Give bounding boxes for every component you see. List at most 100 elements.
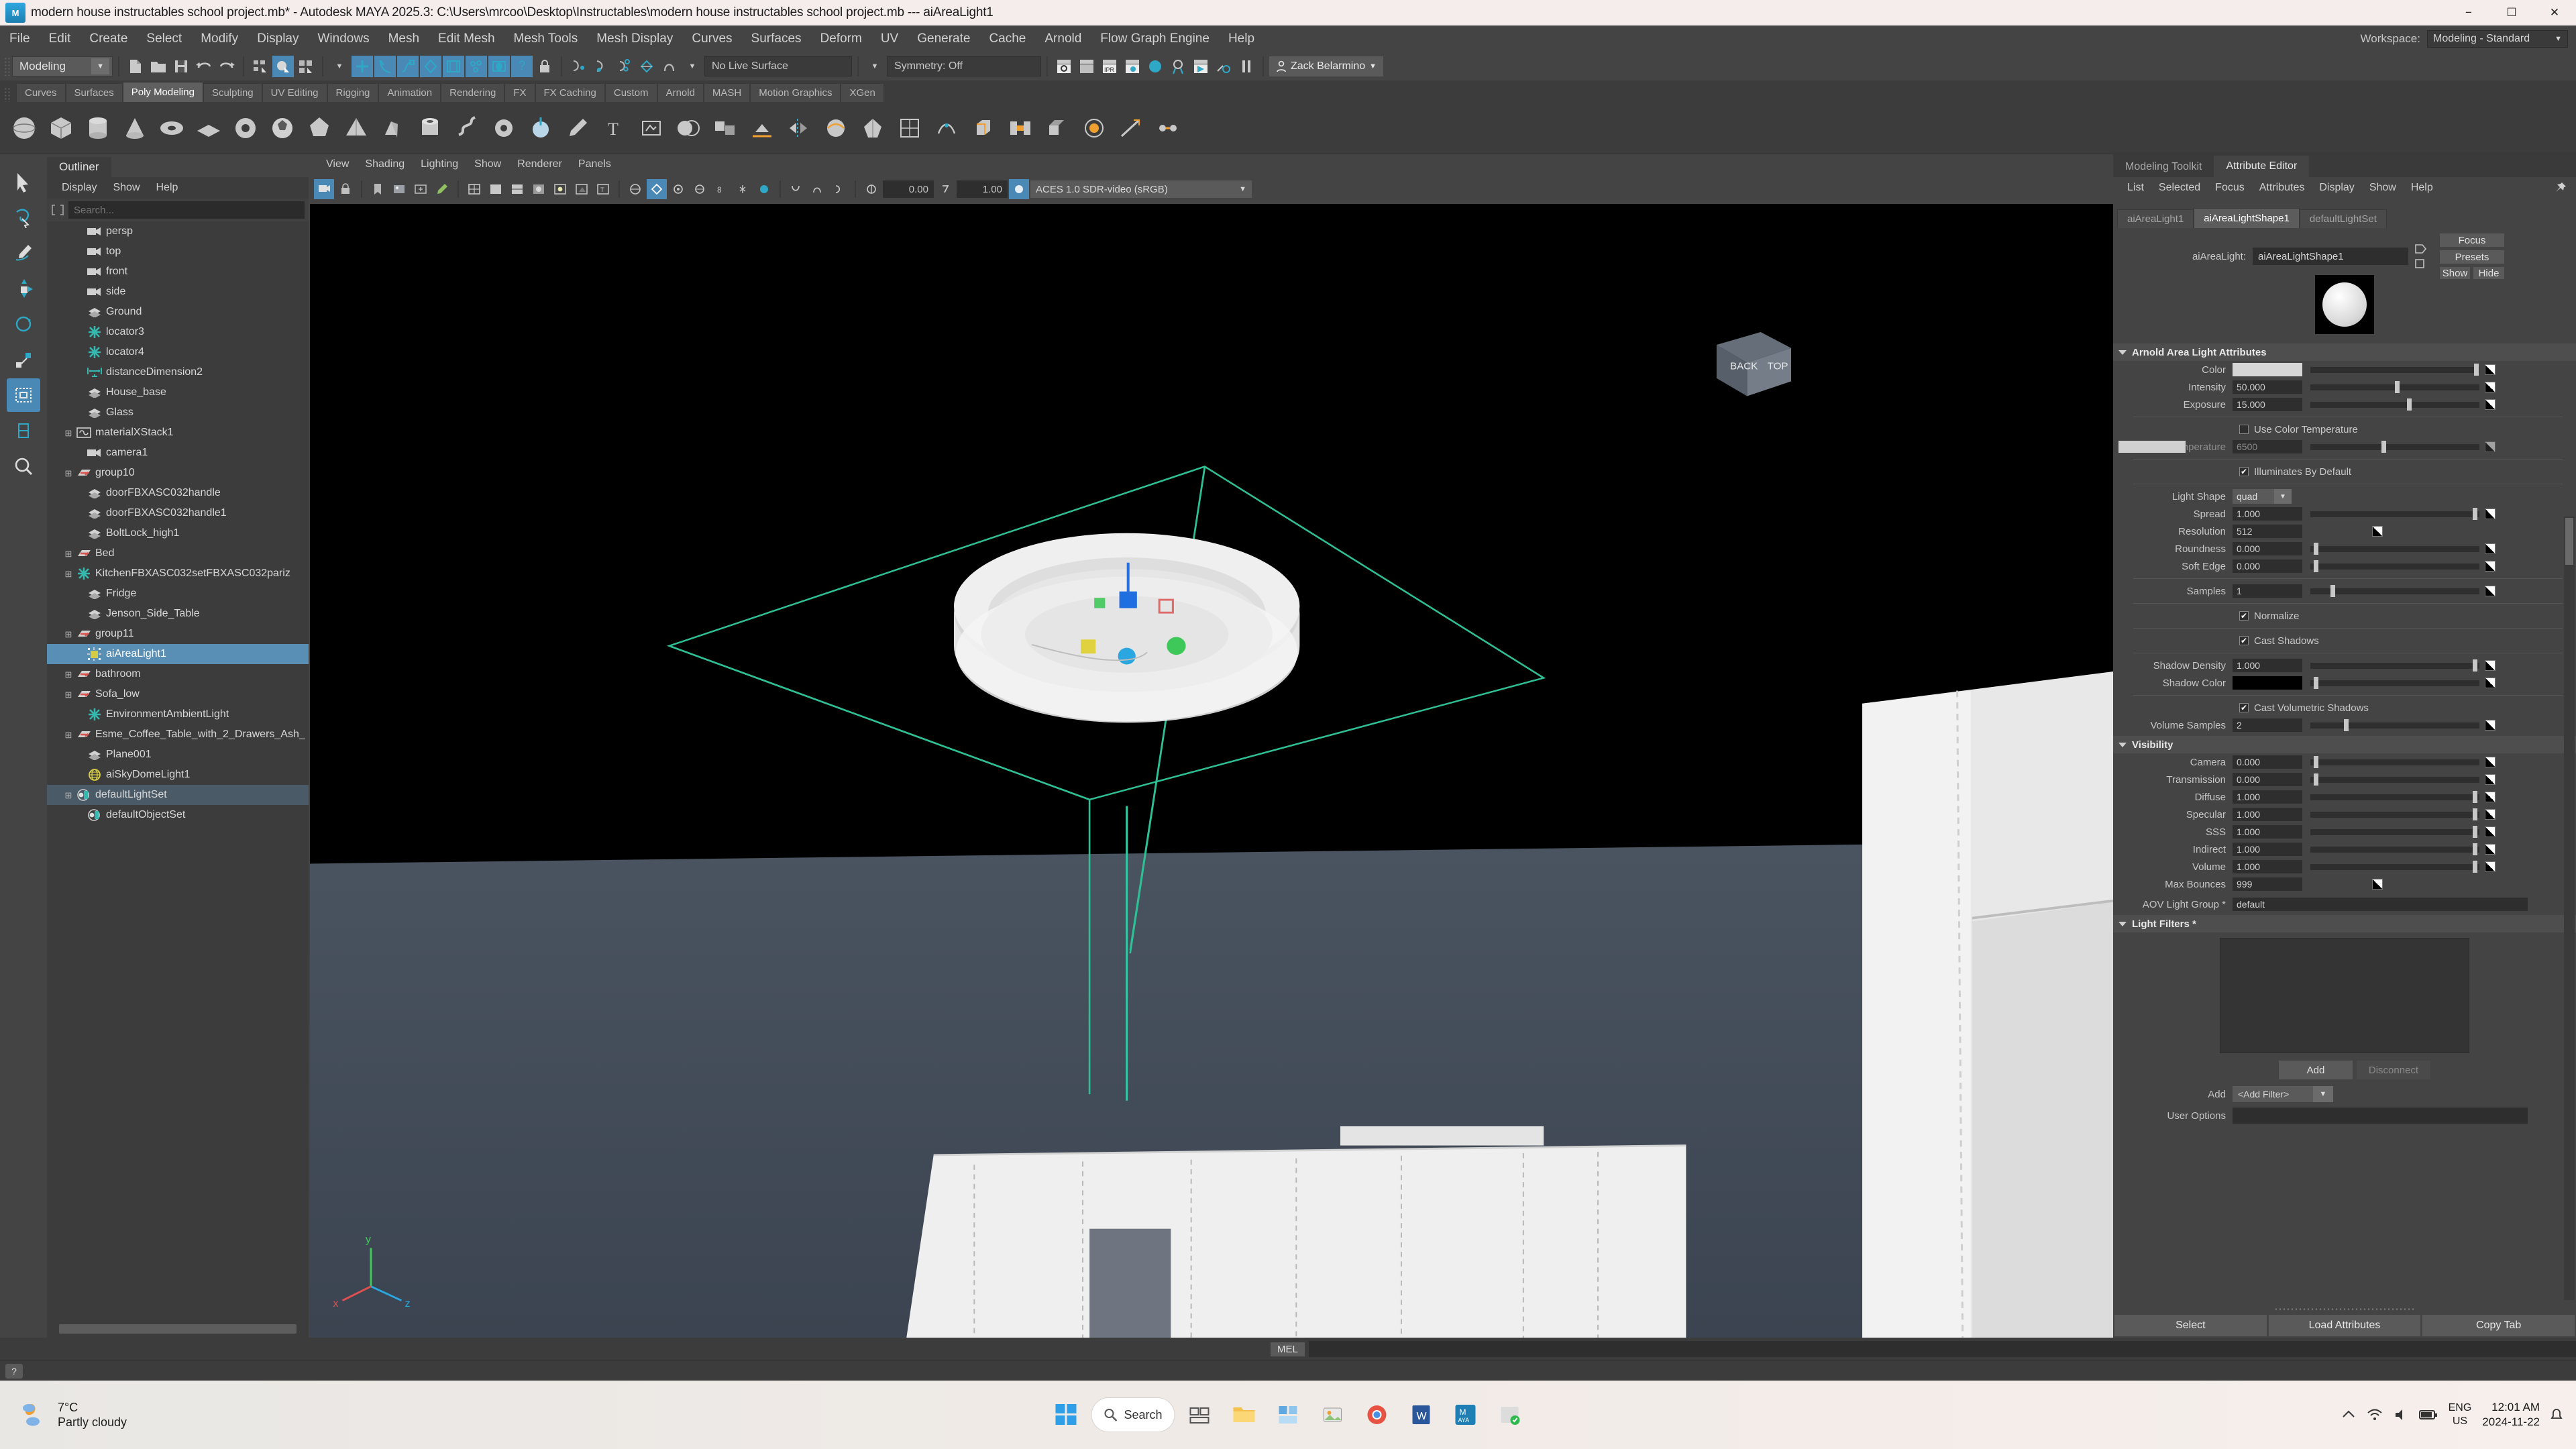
outliner-item-persp[interactable]: persp: [47, 221, 309, 241]
outliner-item-jenson-side-table[interactable]: Jenson_Side_Table: [47, 604, 309, 624]
snap-plane-icon[interactable]: [420, 56, 441, 77]
menuset-dropdown[interactable]: Modeling ▼: [12, 56, 113, 76]
word-icon[interactable]: W: [1403, 1396, 1440, 1434]
command-input[interactable]: [1308, 1341, 2576, 1357]
combine-icon[interactable]: [708, 111, 743, 146]
map-button-intensity[interactable]: [2485, 382, 2496, 392]
render-sequence-icon[interactable]: [1190, 56, 1212, 77]
panel-resize-handle[interactable]: [2113, 1304, 2576, 1313]
shelf-tab-mash[interactable]: MASH: [703, 83, 751, 102]
pipe-primitive-icon[interactable]: [413, 111, 447, 146]
expand-toggle-icon[interactable]: ⊞: [62, 570, 75, 578]
menu-flow-graph-engine[interactable]: Flow Graph Engine: [1091, 25, 1219, 52]
aov-light-group-field[interactable]: default: [2233, 898, 2528, 911]
tab-modeling-toolkit[interactable]: Modeling Toolkit: [2113, 157, 2214, 177]
xray-active-components-icon[interactable]: [690, 179, 710, 199]
shelf-grip[interactable]: [4, 87, 11, 102]
map-button-specular[interactable]: [2485, 809, 2496, 820]
redo-icon[interactable]: [216, 56, 237, 77]
render-settings-icon[interactable]: [1122, 56, 1143, 77]
outliner-item-doorfbxasc032handle1[interactable]: doorFBXASC032handle1: [47, 503, 309, 523]
soft-modification-icon[interactable]: [523, 111, 558, 146]
node-tab-aiarealightshape1[interactable]: aiAreaLightShape1: [2194, 208, 2300, 228]
slider-diffuse[interactable]: [2310, 790, 2479, 804]
snap-point-icon[interactable]: [397, 56, 419, 77]
hypershade-icon[interactable]: [1144, 56, 1166, 77]
slider-shadow-color[interactable]: [2310, 676, 2479, 690]
presets-button[interactable]: Presets: [2439, 250, 2505, 264]
shelf-tab-rendering[interactable]: Rendering: [441, 83, 505, 102]
map-button-indirect[interactable]: [2485, 844, 2496, 855]
outliner-item-kitchenfbxasc032setfbxasc032pariz[interactable]: ⊞ KitchenFBXASC032setFBXASC032pariz: [47, 564, 309, 584]
node-name-field[interactable]: aiAreaLightShape1: [2253, 248, 2408, 265]
chevron-up-icon[interactable]: [2341, 1408, 2356, 1421]
user-account-button[interactable]: Zack Belarmino ▼: [1269, 56, 1384, 76]
arc-snap-icon[interactable]: [659, 56, 680, 77]
chevron-down-icon[interactable]: ▼: [682, 56, 703, 77]
slider-color[interactable]: [2310, 363, 2479, 376]
rotate-tool-icon[interactable]: [7, 307, 40, 341]
map-button-soft-edge[interactable]: [2485, 561, 2496, 572]
slider-spread[interactable]: [2310, 507, 2479, 521]
render-view-icon[interactable]: [488, 56, 510, 77]
attr-value-camera[interactable]: 0.000: [2233, 755, 2302, 769]
load-attributes-button[interactable]: Load Attributes: [2268, 1315, 2421, 1336]
outliner-item-front[interactable]: front: [47, 262, 309, 282]
select-camera-icon[interactable]: [314, 179, 334, 199]
outliner-item-materialxstack1[interactable]: ⊞ materialXStack1: [47, 423, 309, 443]
viewport-menu-panels[interactable]: Panels: [570, 158, 619, 170]
ae-menu-show[interactable]: Show: [2362, 182, 2404, 194]
slider-sss[interactable]: [2310, 825, 2479, 839]
magnifier-icon[interactable]: [7, 449, 40, 483]
viewport-menu-show[interactable]: Show: [466, 158, 509, 170]
prism-primitive-icon[interactable]: [376, 111, 411, 146]
cylinder-primitive-icon[interactable]: [80, 111, 115, 146]
ae-menu-help[interactable]: Help: [2404, 182, 2440, 194]
shelf-tab-surfaces[interactable]: Surfaces: [65, 83, 123, 102]
menu-modify[interactable]: Modify: [191, 25, 248, 52]
weather-widget[interactable]: 7°C Partly cloudy: [0, 1399, 127, 1430]
slider-camera[interactable]: [2310, 755, 2479, 769]
checkbox-normalize[interactable]: ✔: [2239, 611, 2249, 621]
sphere-primitive-icon[interactable]: [7, 111, 42, 146]
target-weld-icon[interactable]: [1150, 111, 1185, 146]
pin-icon[interactable]: [2555, 182, 2567, 194]
outliner-item-sofa-low[interactable]: ⊞ Sofa_low: [47, 684, 309, 704]
curve-snap-c-icon[interactable]: [613, 56, 635, 77]
notification-bell-icon[interactable]: [2551, 1408, 2563, 1421]
goto-output-icon[interactable]: [2415, 258, 2427, 269]
outliner-item-locator3[interactable]: locator3: [47, 322, 309, 342]
focus-button[interactable]: Focus: [2439, 233, 2505, 248]
map-button-transmission[interactable]: [2485, 774, 2496, 785]
map-button-camera[interactable]: [2485, 757, 2496, 767]
map-button-roundness[interactable]: [2485, 543, 2496, 554]
add-filter-button[interactable]: Add: [2278, 1060, 2353, 1080]
menu-edit[interactable]: Edit: [40, 25, 80, 52]
outliner-item-side[interactable]: side: [47, 282, 309, 302]
outliner-item-environmentambientlight[interactable]: EnvironmentAmbientLight: [47, 704, 309, 724]
show-manipulator-tool-icon[interactable]: [7, 378, 40, 412]
undo-icon[interactable]: [193, 56, 215, 77]
ae-menu-selected[interactable]: Selected: [2151, 182, 2208, 194]
checkbox-cast-volumetric-shadows[interactable]: ✔: [2239, 703, 2249, 712]
search-input[interactable]: [68, 201, 305, 219]
shelf-tab-fx[interactable]: FX: [504, 83, 535, 102]
text-tool-icon[interactable]: T: [597, 111, 632, 146]
select-button[interactable]: Select: [2114, 1315, 2267, 1336]
menu-create[interactable]: Create: [80, 25, 137, 52]
boolean-union-icon[interactable]: [671, 111, 706, 146]
attr-value-spread[interactable]: 1.000: [2233, 507, 2302, 521]
attr-value-temperature[interactable]: 6500: [2233, 440, 2302, 453]
symmetry-field[interactable]: Symmetry: Off: [887, 56, 1041, 76]
outliner-item-bed[interactable]: ⊞ Bed: [47, 543, 309, 564]
map-button-shadow-color[interactable]: [2485, 678, 2496, 688]
chevron-down-icon[interactable]: ▼: [864, 56, 885, 77]
render-setup-icon[interactable]: [1167, 56, 1189, 77]
attr-value-volume-samples[interactable]: 2: [2233, 718, 2302, 732]
toolbar-grip[interactable]: [4, 57, 11, 76]
viewport-menu-renderer[interactable]: Renderer: [509, 158, 570, 170]
outliner-item-defaultobjectset[interactable]: defaultObjectSet: [47, 805, 309, 825]
cone-primitive-icon[interactable]: [117, 111, 152, 146]
outliner-tab[interactable]: Outliner: [47, 157, 111, 177]
multi-cut-icon[interactable]: [1114, 111, 1148, 146]
